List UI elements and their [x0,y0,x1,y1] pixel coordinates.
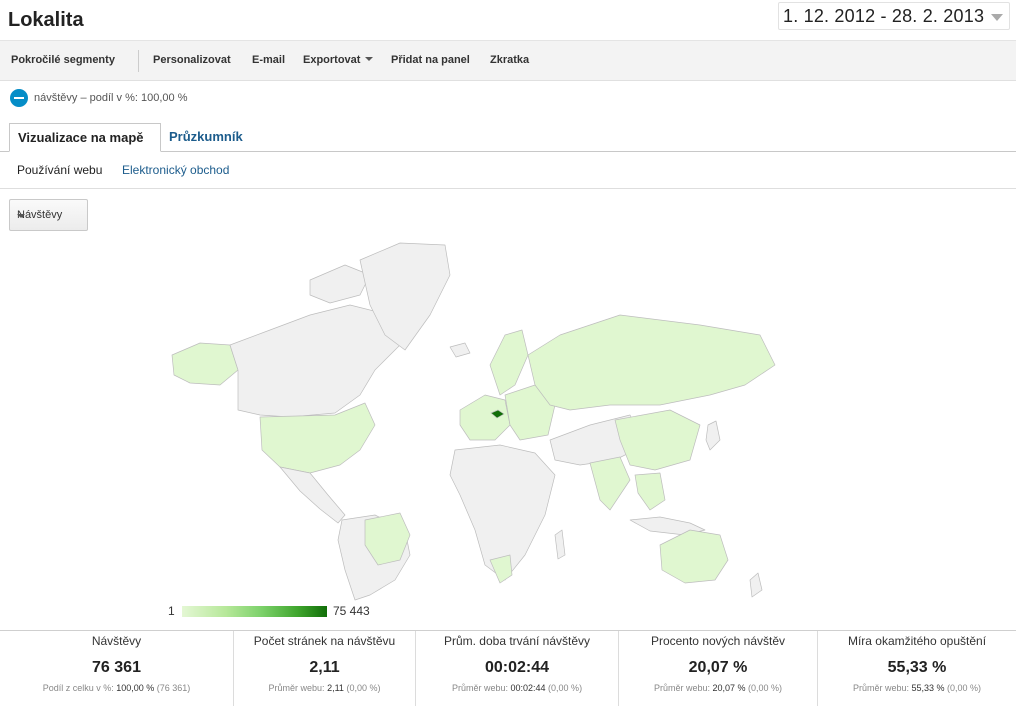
toolbar-divider [138,50,139,72]
scorecard-subtext: Podíl z celku v %: 100,00 % (76 361) [0,683,233,693]
scorecard-value: 00:02:44 [484,659,550,676]
scorecard-title: Počet stránek na návštěvu [253,634,396,648]
country-southeast-asia [634,472,666,511]
page-title: Lokalita [8,9,84,31]
scorecard-sub-extra: (0,00 %) [548,683,583,693]
add-to-dashboard-button[interactable]: Přidat na panel [391,54,470,66]
export-button[interactable]: Exportovat [303,54,374,66]
report-toolbar: Pokročilé segmenty Personalizovat E-mail… [0,40,1016,81]
scorecard-value: 2,11 [309,659,340,676]
country-australia [659,529,729,584]
customize-button[interactable]: Personalizovat [153,54,231,66]
scorecard-sub-extra: (0,00 %) [947,683,982,693]
scorecard-sub-label: Průměr webu: [451,683,508,693]
metric-group-tabs: Používání webu Elektronický obchod [0,153,1016,189]
country-arctic-islands [309,264,371,304]
scorecard-sub-extra: (0,00 %) [346,683,381,693]
tab-map-overlay[interactable]: Vizualizace na mapě [9,123,161,152]
advanced-segments-button[interactable]: Pokročilé segmenty [11,54,115,66]
report-header: Lokalita 1. 12. 2012 - 28. 2. 2013 [0,0,1016,40]
scorecard-subtext: Průměr webu: 20,07 % (0,00 %) [619,683,817,693]
caret-down-icon [17,214,25,218]
scorecard-value: 20,07 % [688,659,748,676]
scorecard-sub-label: Podíl z celku v %: [42,683,114,693]
subtab-ecommerce[interactable]: Elektronický obchod [122,163,229,177]
scorecard-title: Procento nových návštěv [650,634,786,648]
scorecard-sub-extra: (76 361) [156,683,191,693]
email-button[interactable]: E-mail [252,54,285,66]
scorecard-sub-value: 2,11 [327,683,344,693]
country-japan [705,420,721,451]
scorecard-title: Návštěvy [91,634,142,648]
scorecard-sub-value: 20,07 % [712,683,746,693]
scorecard-bounce-rate[interactable]: Míra okamžitého opuštění 55,33 % Průměr … [818,631,1016,706]
country-scandinavia [489,329,529,396]
view-tabs: Vizualizace na mapě Průzkumník [0,123,1016,152]
scorecard-value: 55,33 % [887,659,947,676]
scorecard-subtext: Průměr webu: 00:02:44 (0,00 %) [416,683,618,693]
scorecard-sub-label: Průměr webu: [268,683,325,693]
tab-explorer[interactable]: Průzkumník [161,123,251,152]
scorecard-sub-value: 00:02:44 [510,683,546,693]
export-label: Exportovat [303,54,361,66]
scorecard-sub-extra: (0,00 %) [748,683,783,693]
scorecard-sub-label: Průměr webu: [852,683,909,693]
legend-min-value: 1 [168,604,175,618]
country-canada [229,304,401,418]
scorecard-new-visits[interactable]: Procento nových návštěv 20,07 % Průměr w… [619,631,818,706]
scorecard-title: Míra okamžitého opuštění [847,634,987,648]
scorecard-sub-value: 55,33 % [911,683,945,693]
segment-label: návštěvy – podíl v %: 100,00 % [34,92,188,104]
country-new-zealand [749,572,763,598]
country-western-europe [459,394,511,441]
country-alaska [171,342,239,386]
scorecard-subtext: Průměr webu: 55,33 % (0,00 %) [818,683,1016,693]
scorecard-value: 76 361 [92,659,141,676]
country-mexico [279,466,346,524]
scorecard-title: Prům. doba trvání návštěvy [443,634,591,648]
date-range-picker[interactable]: 1. 12. 2012 - 28. 2. 2013 [778,2,1010,30]
scorecard-sub-value: 100,00 % [116,683,155,693]
chevron-down-icon [991,14,1003,21]
scorecard-pages-per-visit[interactable]: Počet stránek na návštěvu 2,11 Průměr we… [234,631,416,706]
metric-dropdown[interactable]: Návštěvy [9,199,88,231]
scorecard-avg-visit-duration[interactable]: Prům. doba trvání návštěvy 00:02:44 Prům… [416,631,619,706]
shortcut-button[interactable]: Zkratka [490,54,529,66]
summary-scorecards: Návštěvy 76 361 Podíl z celku v %: 100,0… [0,630,1016,706]
country-india [589,456,631,511]
scorecard-visits[interactable]: Návštěvy 76 361 Podíl z celku v %: 100,0… [0,631,234,706]
date-range-text: 1. 12. 2012 - 28. 2. 2013 [783,6,985,26]
legend-max-value: 75 443 [333,604,370,618]
segment-color-icon [10,89,28,107]
country-madagascar [554,529,566,560]
world-map[interactable] [160,235,790,605]
legend-gradient-bar [182,606,327,617]
country-china [614,409,701,471]
country-russia [527,314,776,411]
country-iceland [449,342,471,358]
scorecard-subtext: Průměr webu: 2,11 (0,00 %) [234,683,415,693]
subtab-site-usage[interactable]: Používání webu [17,163,102,177]
caret-down-icon [365,57,374,61]
scorecard-sub-label: Průměr webu: [653,683,710,693]
